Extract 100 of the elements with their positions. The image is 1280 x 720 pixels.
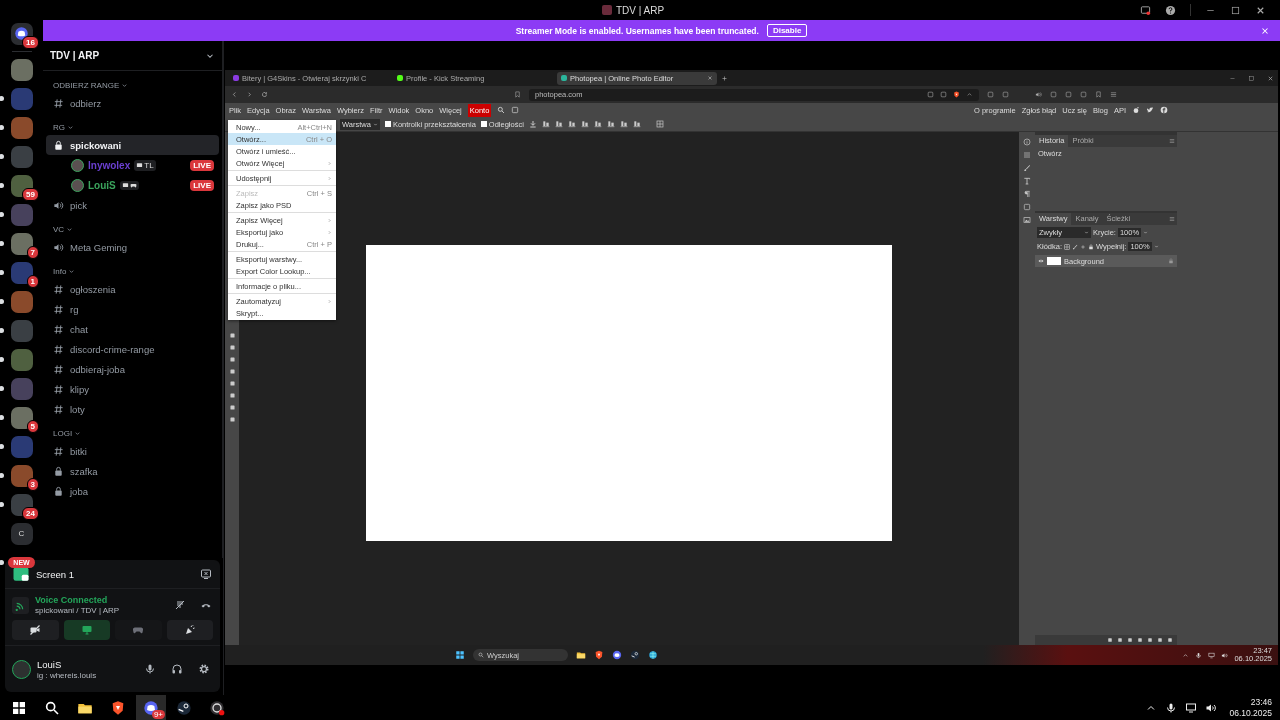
info-icon[interactable] bbox=[1023, 138, 1031, 146]
extension-icon[interactable] bbox=[1002, 91, 1009, 98]
settings-icon[interactable] bbox=[198, 663, 210, 675]
exit-fullscreen-icon[interactable] bbox=[200, 568, 212, 580]
channel-item[interactable]: spickowani bbox=[46, 135, 219, 155]
server-icon[interactable] bbox=[10, 493, 33, 516]
reload-icon[interactable] bbox=[261, 91, 268, 98]
member-name[interactable]: LouiS bbox=[88, 179, 116, 191]
hash-icon bbox=[53, 343, 64, 355]
align-icon[interactable] bbox=[554, 120, 563, 128]
extension-icon[interactable] bbox=[1080, 91, 1087, 98]
lock-icon[interactable] bbox=[1088, 243, 1095, 250]
server-icon[interactable]: C bbox=[10, 522, 33, 545]
chevron-down-icon bbox=[67, 124, 74, 131]
globe-icon[interactable] bbox=[648, 650, 658, 660]
clock[interactable]: 23:46 06.10.2025 bbox=[1229, 696, 1276, 719]
close-icon[interactable] bbox=[1260, 25, 1270, 36]
microphone-icon[interactable] bbox=[144, 663, 156, 675]
channel-item[interactable]: joba bbox=[46, 481, 219, 501]
disable-button[interactable]: Disable bbox=[766, 24, 808, 37]
align-icon[interactable] bbox=[593, 120, 602, 128]
bird-icon[interactable] bbox=[1146, 106, 1154, 114]
microphone-icon[interactable] bbox=[1195, 651, 1203, 659]
camera-button[interactable] bbox=[12, 620, 59, 640]
category-name[interactable]: LOGI bbox=[53, 429, 73, 438]
align-icon[interactable] bbox=[580, 120, 589, 128]
brush-icon[interactable] bbox=[1072, 243, 1079, 250]
soundboard-button[interactable] bbox=[166, 620, 213, 640]
noise-suppression-icon[interactable] bbox=[174, 599, 186, 611]
avatar bbox=[71, 158, 84, 172]
align-icon[interactable] bbox=[632, 120, 641, 128]
lock-pixels-icon[interactable] bbox=[1064, 243, 1071, 250]
help-icon[interactable] bbox=[1165, 4, 1176, 16]
channel-item[interactable]: rg bbox=[46, 299, 219, 319]
server-name[interactable]: TDV | ARP bbox=[50, 50, 100, 61]
category-name[interactable]: ODBIERZ RANGE bbox=[53, 81, 120, 90]
align-icon[interactable] bbox=[606, 120, 615, 128]
volume-icon[interactable] bbox=[1221, 651, 1229, 659]
align-icon[interactable] bbox=[567, 120, 576, 128]
bookmark-icon[interactable] bbox=[514, 91, 521, 98]
image-icon[interactable] bbox=[1023, 216, 1031, 224]
folder-icon[interactable] bbox=[576, 650, 586, 660]
channel-item[interactable]: odbierz bbox=[46, 93, 219, 113]
role-tag: TL bbox=[134, 159, 156, 171]
align-icon[interactable] bbox=[619, 120, 628, 128]
user-avatar[interactable] bbox=[12, 659, 31, 679]
text-icon[interactable] bbox=[1023, 177, 1031, 185]
category-name[interactable]: VC bbox=[53, 225, 65, 234]
channel-item[interactable]: discord-crime-range bbox=[46, 339, 219, 359]
activity-button[interactable] bbox=[115, 620, 162, 640]
paragraph-icon[interactable] bbox=[1023, 190, 1031, 198]
voice-channel[interactable]: spickowani / TDV | ARP bbox=[35, 606, 120, 615]
channel-item[interactable]: odbieraj-joba bbox=[46, 359, 219, 379]
inbox-icon[interactable] bbox=[1140, 4, 1151, 16]
channel-item[interactable]: szafka bbox=[46, 461, 219, 481]
extension-icon[interactable] bbox=[987, 91, 994, 98]
channel-item[interactable]: loty bbox=[46, 399, 219, 419]
brave-shield-icon[interactable] bbox=[953, 91, 960, 98]
microphone-icon[interactable] bbox=[1165, 701, 1178, 714]
windows-icon[interactable] bbox=[455, 650, 465, 660]
align-icon[interactable] bbox=[541, 120, 550, 128]
server-icon[interactable] bbox=[10, 174, 33, 197]
eye-icon[interactable] bbox=[1038, 258, 1044, 264]
network-icon[interactable] bbox=[1185, 701, 1198, 714]
home-button[interactable] bbox=[10, 22, 33, 45]
brave-icon[interactable] bbox=[594, 650, 604, 660]
screen-share-button[interactable] bbox=[63, 620, 110, 640]
category-name[interactable]: RG bbox=[53, 123, 65, 132]
maximize-icon[interactable] bbox=[1230, 4, 1241, 16]
channel-item[interactable]: bitki bbox=[46, 441, 219, 461]
headphones-icon[interactable] bbox=[171, 663, 183, 675]
forward-icon[interactable] bbox=[246, 91, 253, 98]
brush-icon[interactable] bbox=[1023, 164, 1031, 172]
facebook-icon[interactable] bbox=[1160, 106, 1168, 114]
download-icon[interactable] bbox=[528, 120, 537, 128]
menu-icon[interactable] bbox=[1110, 91, 1117, 98]
channel-item[interactable]: chat bbox=[46, 319, 219, 339]
soundboard-icon bbox=[183, 624, 196, 636]
discord-button[interactable]: 9+ bbox=[136, 695, 166, 720]
steam-icon[interactable] bbox=[630, 650, 640, 660]
favicon-icon bbox=[397, 75, 403, 81]
category-name[interactable]: Info bbox=[53, 267, 67, 276]
channel-item[interactable]: ogłoszenia bbox=[46, 279, 219, 299]
unread-count-badge: 24 bbox=[22, 507, 39, 520]
banner-text: Streamer Mode is enabled. Usernames have been truncated. bbox=[515, 25, 759, 36]
extension-icon[interactable] bbox=[1065, 91, 1072, 98]
channel-item[interactable]: klipy bbox=[46, 379, 219, 399]
discord-icon[interactable] bbox=[612, 650, 622, 660]
close-icon[interactable] bbox=[1267, 74, 1274, 82]
back-icon[interactable] bbox=[231, 91, 238, 98]
favicon-icon bbox=[233, 75, 239, 81]
channel-item[interactable]: pick bbox=[46, 195, 219, 215]
new-tab-icon[interactable] bbox=[721, 74, 728, 82]
chevron-up-icon[interactable] bbox=[1182, 651, 1190, 659]
grid-icon[interactable] bbox=[655, 120, 664, 128]
checkbox[interactable] bbox=[480, 121, 487, 127]
channel-item[interactable]: Meta Geming bbox=[46, 237, 219, 257]
search-icon[interactable] bbox=[497, 106, 506, 114]
checkbox[interactable] bbox=[384, 121, 391, 127]
favicon-icon bbox=[561, 75, 567, 81]
